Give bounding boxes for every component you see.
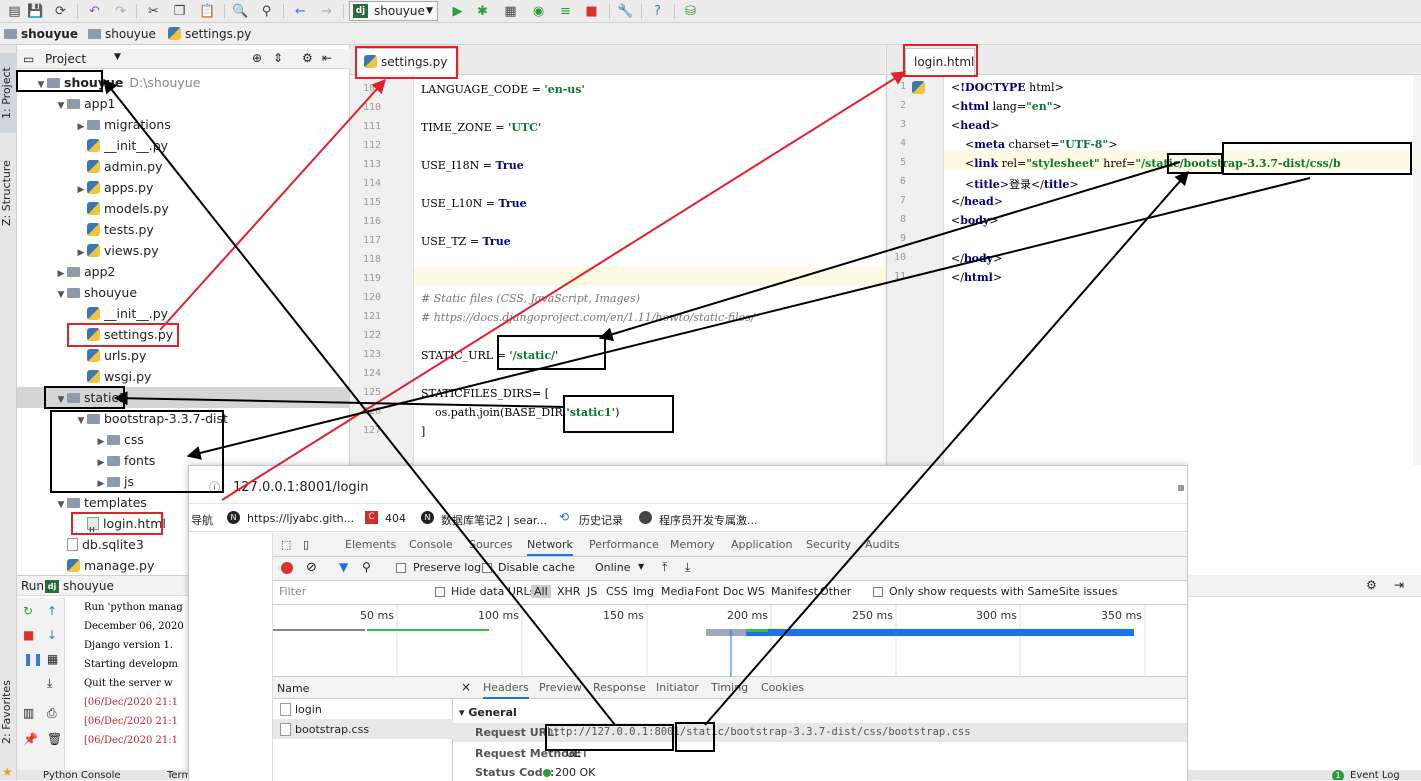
annotation-arrow [186,177,1311,460]
annotation-arrows [103,71,1311,726]
annotation-arrow [598,161,1181,342]
annotation-arrow [113,391,566,408]
annotation-arrow [221,71,907,501]
annotation-arrow [704,170,1189,726]
